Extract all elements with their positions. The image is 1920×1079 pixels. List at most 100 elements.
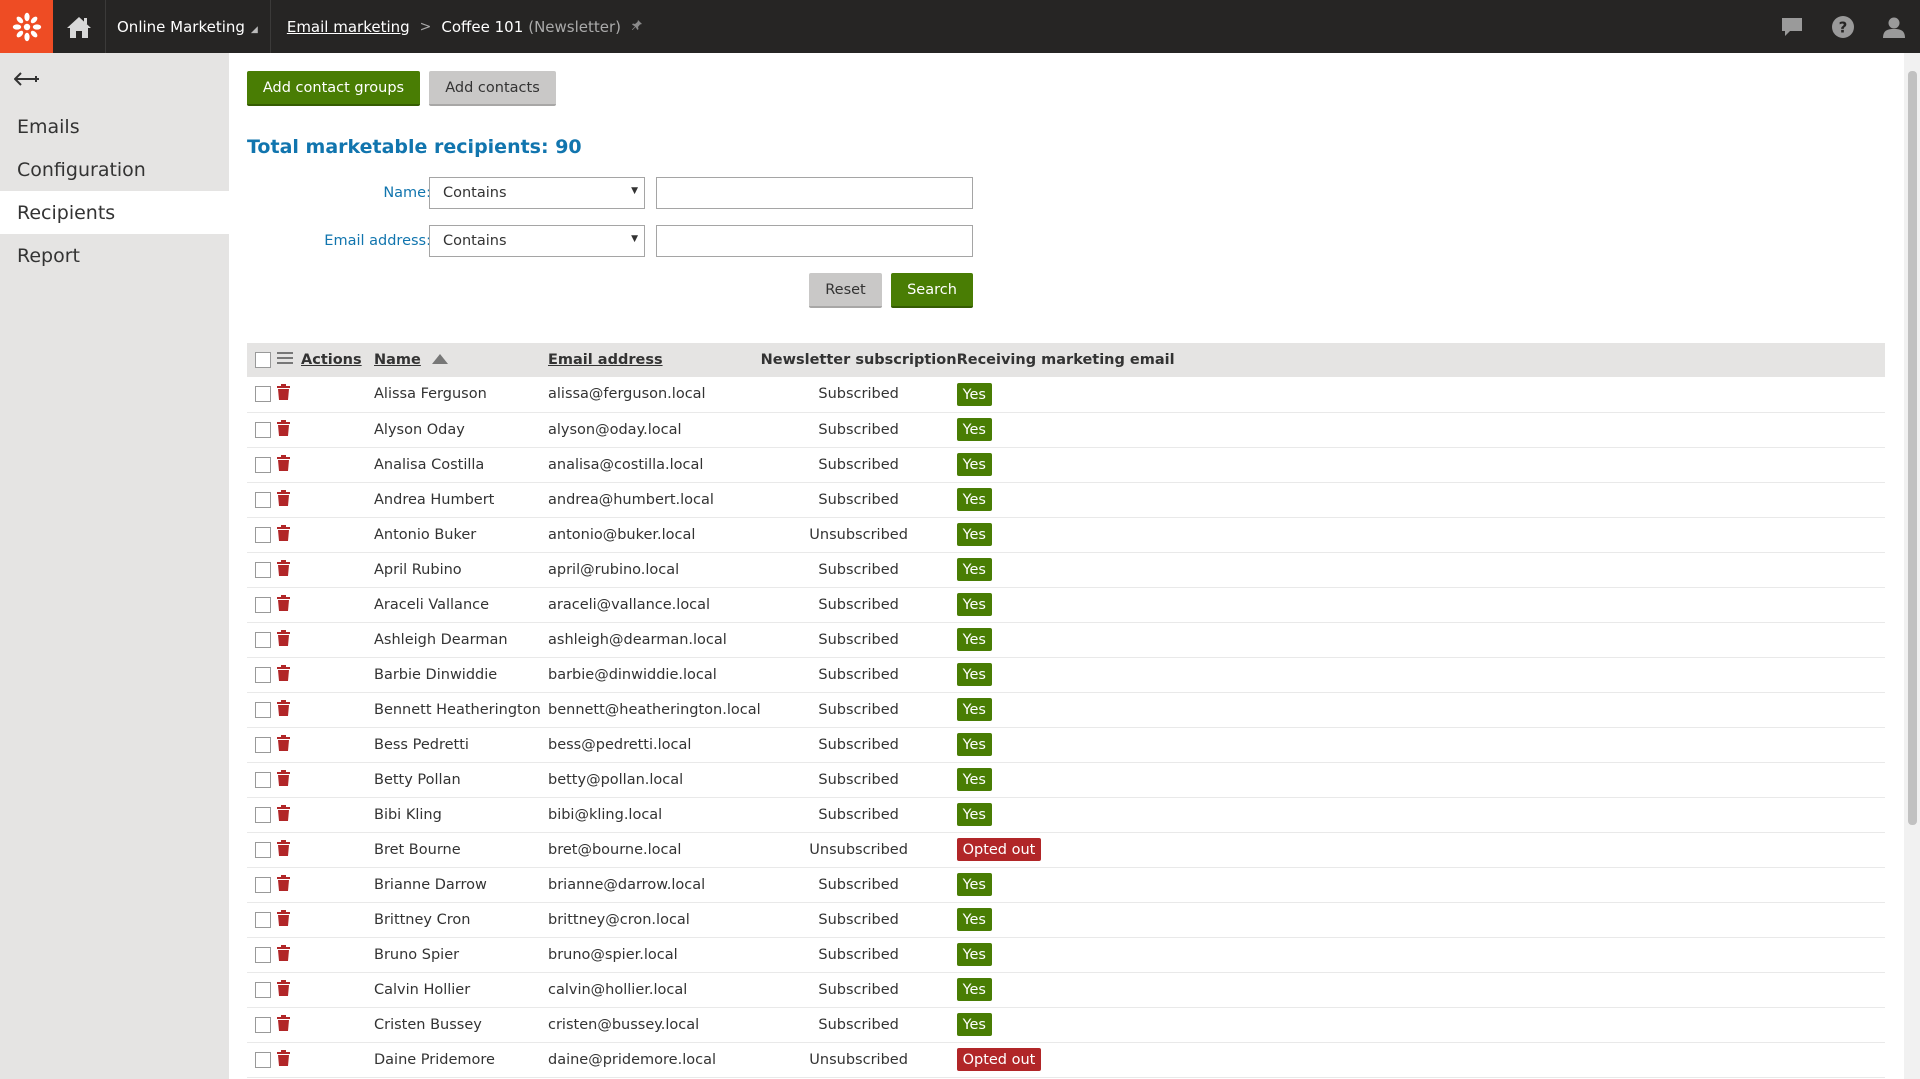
row-checkbox[interactable] bbox=[255, 456, 271, 473]
row-checkbox[interactable] bbox=[255, 911, 271, 928]
trash-icon[interactable] bbox=[277, 454, 290, 475]
header-name[interactable]: Name bbox=[374, 343, 548, 377]
row-subscription: Subscribed bbox=[760, 797, 957, 833]
row-email: antonio@buker.local bbox=[548, 517, 761, 553]
row-subscription: Subscribed bbox=[760, 762, 957, 798]
row-delete-cell bbox=[277, 552, 301, 588]
row-delete-cell bbox=[277, 622, 301, 658]
home-icon[interactable] bbox=[53, 0, 106, 53]
row-checkbox[interactable] bbox=[255, 701, 271, 718]
trash-icon[interactable] bbox=[277, 489, 290, 510]
trash-icon[interactable] bbox=[277, 629, 290, 650]
help-icon[interactable]: ? bbox=[1831, 15, 1855, 39]
scrollbar[interactable] bbox=[1904, 53, 1920, 1079]
row-delete-cell bbox=[277, 867, 301, 903]
row-email: cristen@bussey.local bbox=[548, 1007, 761, 1043]
trash-icon[interactable] bbox=[277, 769, 290, 790]
trash-icon[interactable] bbox=[277, 909, 290, 930]
select-all-checkbox[interactable] bbox=[255, 352, 271, 368]
header-email[interactable]: Email address bbox=[548, 343, 761, 377]
kentico-logo-icon[interactable] bbox=[0, 0, 53, 53]
trash-icon[interactable] bbox=[277, 1014, 290, 1035]
trash-icon[interactable] bbox=[277, 699, 290, 720]
row-checkbox[interactable] bbox=[255, 596, 271, 613]
name-filter-input[interactable] bbox=[656, 177, 973, 209]
row-checkbox[interactable] bbox=[255, 421, 271, 438]
breadcrumb-type: (Newsletter) bbox=[528, 17, 622, 36]
name-operator-select[interactable]: Contains ▼ bbox=[429, 177, 645, 209]
header-actions[interactable]: Actions bbox=[301, 343, 374, 377]
row-email: bess@pedretti.local bbox=[548, 727, 761, 763]
reset-button[interactable]: Reset bbox=[809, 273, 882, 308]
sidebar-item-recipients[interactable]: Recipients bbox=[0, 191, 229, 234]
row-checkbox[interactable] bbox=[255, 526, 271, 543]
row-name: Brianne Darrow bbox=[374, 867, 548, 903]
receiving-status-badge: Yes bbox=[956, 943, 992, 966]
pin-icon[interactable] bbox=[631, 19, 643, 35]
row-receiving-cell: Opted out bbox=[956, 832, 1885, 868]
row-checkbox[interactable] bbox=[255, 841, 271, 858]
add-contact-groups-button[interactable]: Add contact groups bbox=[247, 71, 420, 106]
row-checkbox[interactable] bbox=[255, 386, 271, 403]
user-icon[interactable] bbox=[1882, 15, 1906, 39]
back-arrow-icon[interactable] bbox=[0, 53, 229, 105]
column-menu-icon[interactable] bbox=[277, 343, 301, 377]
row-checkbox[interactable] bbox=[255, 1016, 271, 1033]
trash-icon[interactable] bbox=[277, 874, 290, 895]
trash-icon[interactable] bbox=[277, 839, 290, 860]
row-checkbox[interactable] bbox=[255, 491, 271, 508]
row-checkbox[interactable] bbox=[255, 561, 271, 578]
chat-icon[interactable] bbox=[1780, 16, 1804, 38]
header-name-label[interactable]: Name bbox=[374, 352, 421, 368]
row-checkbox[interactable] bbox=[255, 666, 271, 683]
table-row: Antonio Buker antonio@buker.local Unsubscr… bbox=[247, 517, 1885, 553]
trash-icon[interactable] bbox=[277, 944, 290, 965]
sidebar-item-report[interactable]: Report bbox=[0, 234, 229, 277]
breadcrumb: Email marketing > Coffee 101 (Newsletter… bbox=[271, 18, 643, 36]
row-name: Betty Pollan bbox=[374, 762, 548, 798]
trash-icon[interactable] bbox=[277, 524, 290, 545]
row-checkbox[interactable] bbox=[255, 946, 271, 963]
row-checkbox[interactable] bbox=[255, 876, 271, 893]
trash-icon[interactable] bbox=[277, 559, 290, 580]
row-receiving-cell: Yes bbox=[956, 797, 1885, 833]
row-subscription: Subscribed bbox=[760, 482, 957, 518]
row-select-cell bbox=[247, 762, 277, 798]
row-checkbox[interactable] bbox=[255, 806, 271, 823]
row-actions-cell bbox=[301, 902, 374, 938]
sidebar-item-emails[interactable]: Emails bbox=[0, 105, 229, 148]
trash-icon[interactable] bbox=[277, 979, 290, 1000]
header-actions-label[interactable]: Actions bbox=[301, 352, 362, 368]
trash-icon[interactable] bbox=[277, 804, 290, 825]
trash-icon[interactable] bbox=[277, 664, 290, 685]
sidebar-item-configuration[interactable]: Configuration bbox=[0, 148, 229, 191]
email-operator-select[interactable]: Contains ▼ bbox=[429, 225, 645, 257]
row-checkbox[interactable] bbox=[255, 736, 271, 753]
email-filter-input[interactable] bbox=[656, 225, 973, 257]
table-row: Bennett Heatherington bennett@heatheringt… bbox=[247, 692, 1885, 728]
receiving-status-badge: Opted out bbox=[956, 838, 1042, 861]
row-name: Alyson Oday bbox=[374, 412, 548, 448]
application-menu[interactable]: Online Marketing ◢ bbox=[106, 0, 271, 53]
row-delete-cell bbox=[277, 447, 301, 483]
row-delete-cell bbox=[277, 937, 301, 973]
scrollbar-thumb[interactable] bbox=[1908, 71, 1917, 825]
trash-icon[interactable] bbox=[277, 1049, 290, 1070]
row-name: Alissa Ferguson bbox=[374, 377, 548, 413]
row-receiving-cell: Yes bbox=[956, 622, 1885, 658]
row-checkbox[interactable] bbox=[255, 981, 271, 998]
row-name: Cristen Bussey bbox=[374, 1007, 548, 1043]
breadcrumb-link-email-marketing[interactable]: Email marketing bbox=[287, 18, 410, 36]
row-checkbox[interactable] bbox=[255, 771, 271, 788]
row-actions-cell bbox=[301, 412, 374, 448]
trash-icon[interactable] bbox=[277, 734, 290, 755]
header-email-label[interactable]: Email address bbox=[548, 352, 663, 368]
trash-icon[interactable] bbox=[277, 594, 290, 615]
search-button[interactable]: Search bbox=[891, 273, 973, 308]
trash-icon[interactable] bbox=[277, 419, 290, 440]
svg-text:?: ? bbox=[1839, 18, 1848, 36]
row-checkbox[interactable] bbox=[255, 1051, 271, 1068]
add-contacts-button[interactable]: Add contacts bbox=[429, 71, 556, 106]
trash-icon[interactable] bbox=[277, 384, 290, 404]
row-checkbox[interactable] bbox=[255, 631, 271, 648]
